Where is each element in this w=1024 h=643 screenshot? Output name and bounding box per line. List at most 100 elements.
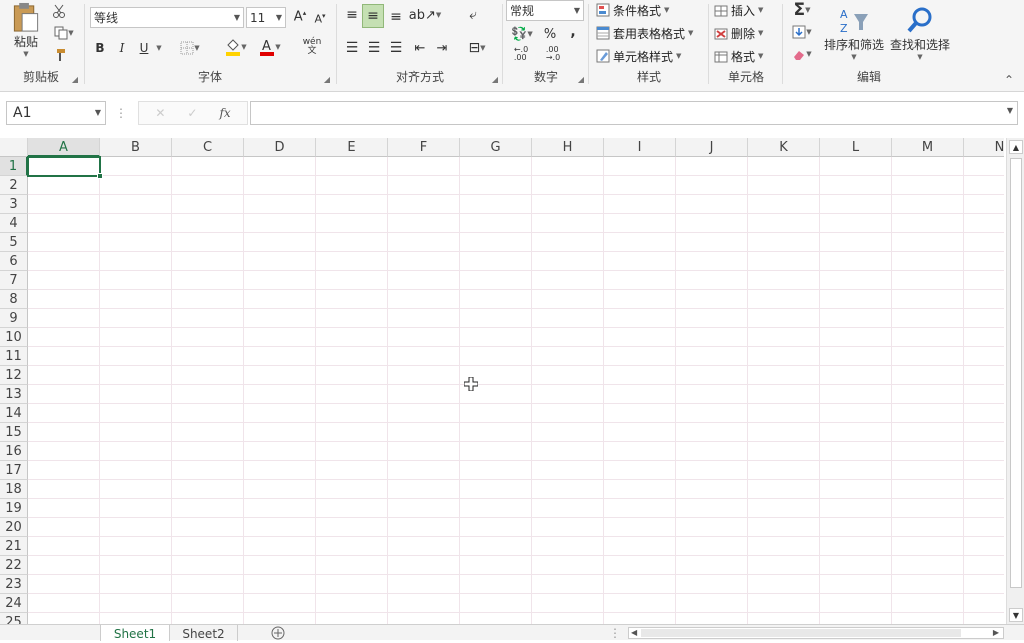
column-header-l[interactable]: L bbox=[820, 138, 892, 157]
column-header-g[interactable]: G bbox=[460, 138, 532, 157]
column-header-j[interactable]: J bbox=[676, 138, 748, 157]
top-align-button[interactable]: ≡ bbox=[342, 4, 362, 26]
new-sheet-button[interactable] bbox=[270, 626, 286, 640]
middle-align-button[interactable]: ≡ bbox=[362, 4, 384, 28]
column-header-f[interactable]: F bbox=[388, 138, 460, 157]
fill-handle[interactable] bbox=[97, 173, 103, 179]
cancel-icon[interactable]: ✕ bbox=[155, 106, 165, 120]
row-header-10[interactable]: 10 bbox=[0, 328, 28, 347]
column-header-i[interactable]: I bbox=[604, 138, 676, 157]
cut-button[interactable] bbox=[50, 2, 68, 20]
copy-button[interactable]: ▼ bbox=[50, 24, 78, 42]
row-header-12[interactable]: 12 bbox=[0, 366, 28, 385]
vertical-scrollbar[interactable]: ▲ ▼ bbox=[1006, 138, 1024, 624]
merge-center-button[interactable]: ⊟ ▼ bbox=[462, 38, 492, 58]
row-header-1[interactable]: 1 bbox=[0, 157, 28, 176]
dialog-launcher-icon[interactable]: ◢ bbox=[492, 75, 498, 84]
row-header-22[interactable]: 22 bbox=[0, 556, 28, 575]
row-header-21[interactable]: 21 bbox=[0, 537, 28, 556]
align-left-button[interactable]: ☰ bbox=[342, 38, 362, 58]
scroll-thumb[interactable] bbox=[1010, 158, 1022, 588]
phonetic-guide-button[interactable]: wén 文 bbox=[298, 36, 326, 58]
font-color-button[interactable]: A ▼ bbox=[256, 36, 284, 58]
italic-button[interactable]: I bbox=[114, 38, 130, 58]
fill-color-button[interactable]: ▼ bbox=[222, 36, 250, 58]
row-header-24[interactable]: 24 bbox=[0, 594, 28, 613]
worksheet-grid[interactable]: A B C D E F G H I J K L M N 1 2 3 4 5 6 7 8 9 10 11 12 13 14 15 16 17 1… bbox=[0, 138, 1004, 624]
collapse-ribbon-button[interactable]: ⌃ bbox=[1000, 72, 1018, 88]
sort-filter-button[interactable]: AZ 排序和筛选 ▼ bbox=[822, 2, 886, 64]
dialog-launcher-icon[interactable]: ◢ bbox=[324, 75, 330, 84]
enter-icon[interactable]: ✓ bbox=[187, 106, 197, 120]
column-header-m[interactable]: M bbox=[892, 138, 964, 157]
underline-button[interactable]: U bbox=[136, 38, 152, 58]
sheet-tab-sheet1[interactable]: Sheet1 bbox=[100, 625, 170, 641]
autosum-button[interactable]: Σ ▼ bbox=[788, 0, 816, 20]
h-scroll-thumb[interactable] bbox=[641, 629, 961, 637]
row-header-23[interactable]: 23 bbox=[0, 575, 28, 594]
column-header-b[interactable]: B bbox=[100, 138, 172, 157]
column-header-d[interactable]: D bbox=[244, 138, 316, 157]
row-header-15[interactable]: 15 bbox=[0, 423, 28, 442]
align-center-button[interactable]: ☰ bbox=[364, 38, 384, 58]
column-header-c[interactable]: C bbox=[172, 138, 244, 157]
increase-font-button[interactable]: A▴ bbox=[292, 7, 308, 27]
decrease-font-button[interactable]: A▾ bbox=[312, 9, 328, 29]
find-select-button[interactable]: 查找和选择 ▼ bbox=[888, 2, 952, 64]
insert-function-button[interactable]: fx bbox=[219, 106, 230, 120]
insert-button[interactable]: 插入 ▼ bbox=[714, 1, 763, 19]
row-header-8[interactable]: 8 bbox=[0, 290, 28, 309]
row-header-16[interactable]: 16 bbox=[0, 442, 28, 461]
scroll-down-button[interactable]: ▼ bbox=[1009, 608, 1023, 622]
scroll-right-icon[interactable]: ▶ bbox=[993, 628, 999, 637]
active-cell[interactable] bbox=[27, 156, 101, 177]
row-header-2[interactable]: 2 bbox=[0, 176, 28, 195]
formula-input[interactable]: ▼ bbox=[250, 101, 1018, 125]
border-button[interactable]: ▼ bbox=[176, 38, 204, 58]
select-all-corner[interactable] bbox=[0, 138, 28, 157]
formula-bar-splitter[interactable]: ⋮ bbox=[115, 104, 127, 122]
row-header-14[interactable]: 14 bbox=[0, 404, 28, 423]
row-header-6[interactable]: 6 bbox=[0, 252, 28, 271]
number-format-combo[interactable]: 常规 ▼ bbox=[506, 0, 584, 21]
cell-styles-button[interactable]: 单元格样式 ▼ bbox=[596, 47, 681, 65]
font-size-combo[interactable]: 11 ▼ bbox=[246, 7, 286, 28]
column-header-k[interactable]: K bbox=[748, 138, 820, 157]
paste-button[interactable]: 粘贴 ▼ bbox=[8, 2, 44, 58]
percent-button[interactable]: % bbox=[542, 24, 558, 44]
row-header-4[interactable]: 4 bbox=[0, 214, 28, 233]
format-as-table-button[interactable]: 套用表格格式 ▼ bbox=[596, 24, 693, 42]
sheet-tab-sheet2[interactable]: Sheet2 bbox=[170, 625, 238, 641]
scroll-up-button[interactable]: ▲ bbox=[1009, 140, 1023, 154]
name-box[interactable]: A1 ▼ bbox=[6, 101, 106, 125]
bottom-align-button[interactable]: ≡ bbox=[386, 6, 406, 28]
dialog-launcher-icon[interactable]: ◢ bbox=[72, 75, 78, 84]
row-header-17[interactable]: 17 bbox=[0, 461, 28, 480]
row-header-3[interactable]: 3 bbox=[0, 195, 28, 214]
row-header-19[interactable]: 19 bbox=[0, 499, 28, 518]
row-header-13[interactable]: 13 bbox=[0, 385, 28, 404]
row-header-11[interactable]: 11 bbox=[0, 347, 28, 366]
clear-button[interactable]: ▼ bbox=[788, 44, 816, 64]
tab-splitter[interactable]: ⋮ bbox=[609, 626, 621, 640]
row-header-9[interactable]: 9 bbox=[0, 309, 28, 328]
decrease-indent-button[interactable]: ⇤ bbox=[410, 38, 430, 58]
row-header-7[interactable]: 7 bbox=[0, 271, 28, 290]
scroll-left-icon[interactable]: ◀ bbox=[631, 628, 637, 637]
orientation-button[interactable]: ab↗ ▼ bbox=[409, 4, 442, 26]
underline-dropdown[interactable]: ▼ bbox=[154, 40, 164, 56]
row-header-25[interactable]: 25 bbox=[0, 613, 28, 624]
column-header-e[interactable]: E bbox=[316, 138, 388, 157]
row-header-20[interactable]: 20 bbox=[0, 518, 28, 537]
row-header-5[interactable]: 5 bbox=[0, 233, 28, 252]
format-painter-button[interactable] bbox=[50, 46, 68, 64]
decrease-decimal-button[interactable]: .00 →.0 bbox=[540, 44, 566, 64]
column-header-n[interactable]: N bbox=[964, 138, 1004, 157]
align-right-button[interactable]: ☰ bbox=[386, 38, 406, 58]
fill-button[interactable]: ▼ bbox=[788, 22, 816, 42]
comma-style-button[interactable]: , bbox=[566, 22, 580, 42]
wrap-text-button[interactable]: ⤶ bbox=[462, 4, 484, 26]
bold-button[interactable]: B bbox=[92, 38, 108, 58]
font-name-combo[interactable]: 等线 ▼ bbox=[90, 7, 244, 28]
column-header-a[interactable]: A bbox=[28, 138, 100, 157]
